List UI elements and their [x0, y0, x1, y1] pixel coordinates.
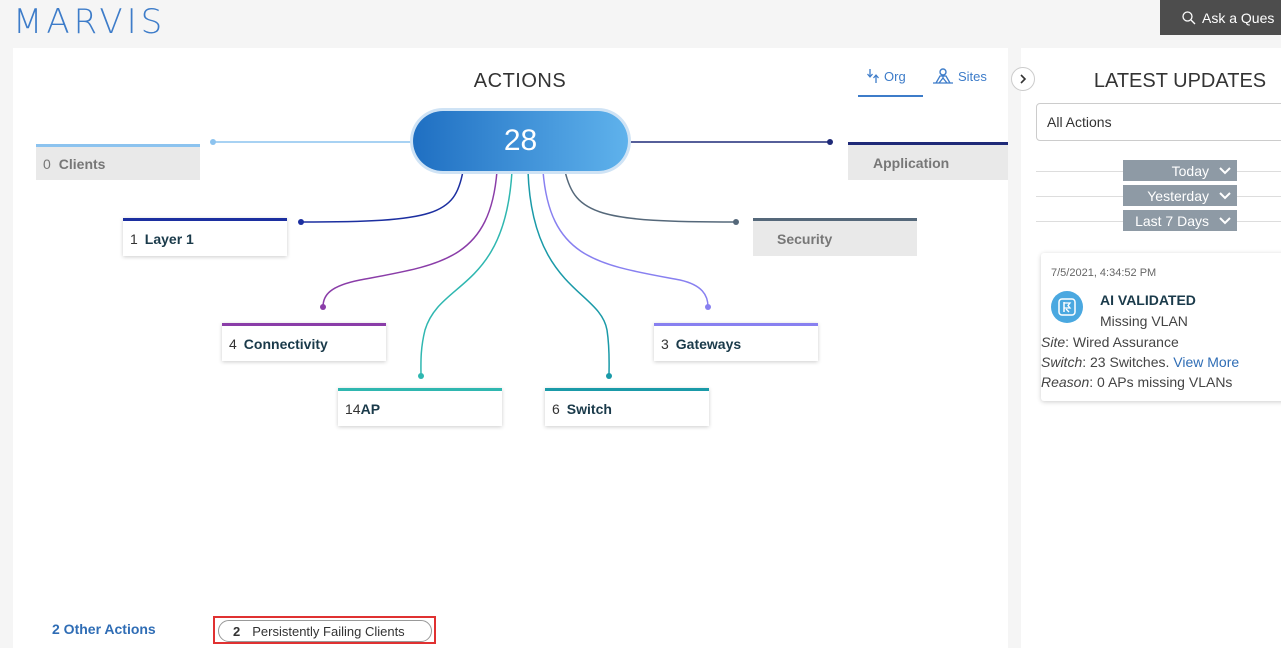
category-layer1[interactable]: 1 Layer 1 [123, 218, 287, 256]
latest-updates-title: LATEST UPDATES [1093, 70, 1267, 92]
security-label: Security [777, 230, 833, 247]
category-gateways[interactable]: 3 Gateways [654, 323, 818, 361]
connectivity-label: Connectivity [243, 335, 328, 352]
time-group-today[interactable]: Today [1123, 160, 1237, 181]
layer1-count: 1 [130, 230, 138, 247]
category-switch[interactable]: 6 Switch [545, 388, 709, 426]
total-actions-pill[interactable]: 28 [413, 111, 628, 171]
category-security[interactable]: Security [753, 218, 917, 256]
site-value: : Wired Assurance [1065, 334, 1179, 350]
site-label: Site [1041, 334, 1066, 350]
time-group-last-7-days[interactable]: Last 7 Days [1123, 210, 1237, 231]
actions-filter-select[interactable]: All Actions [1036, 103, 1281, 141]
layer1-label: Layer 1 [144, 230, 194, 247]
time-group-label: Last 7 Days [1135, 212, 1209, 229]
view-more-link[interactable]: View More [1173, 354, 1239, 370]
connectivity-count: 4 [229, 335, 237, 352]
action-connectors [210, 139, 833, 379]
switch-value: : 23 Switches. [1082, 354, 1170, 370]
time-group-label: Yesterday [1147, 187, 1209, 204]
chevron-right-icon [1020, 74, 1027, 84]
time-group-label: Today [1171, 162, 1209, 179]
gateways-count: 3 [661, 335, 669, 352]
switch-label: Switch [566, 400, 612, 417]
switch-label: Switch [1041, 354, 1083, 370]
update-switch-line: Switch: 23 Switches. View More [1041, 354, 1239, 370]
chevron-down-icon [1219, 216, 1231, 224]
ap-count: 14 [345, 400, 361, 417]
update-status: AI VALIDATED [1100, 292, 1196, 308]
clients-count: 0 [43, 155, 51, 172]
category-ap[interactable]: 14 AP [338, 388, 502, 426]
collapse-panel-button[interactable] [1011, 67, 1035, 91]
chevron-down-icon [1219, 191, 1231, 199]
clients-label: Clients [58, 155, 106, 172]
category-application[interactable]: Application [848, 142, 1008, 180]
reason-value: : 0 APs missing VLANs [1089, 374, 1233, 390]
pfc-count: 2 [233, 623, 241, 639]
switch-count: 6 [552, 400, 560, 417]
ai-validated-icon [1051, 291, 1083, 323]
ask-question-button[interactable]: Ask a Ques [1160, 0, 1281, 35]
gateways-label: Gateways [675, 335, 742, 352]
update-site-line: Site: Wired Assurance [1041, 334, 1179, 350]
reason-label: Reason [1041, 374, 1090, 390]
actions-filter-value: All Actions [1047, 114, 1112, 130]
persistently-failing-clients-chip[interactable]: 2 Persistently Failing Clients [218, 620, 432, 642]
search-icon [1182, 10, 1196, 24]
application-label: Application [873, 154, 950, 171]
update-reason-line: Reason: 0 APs missing VLANs [1041, 374, 1232, 390]
update-timestamp: 7/5/2021, 4:34:52 PM [1051, 267, 1157, 279]
category-connectivity[interactable]: 4 Connectivity [222, 323, 386, 361]
time-group-yesterday[interactable]: Yesterday [1123, 185, 1237, 206]
other-actions-link[interactable]: 2 Other Actions [52, 621, 156, 637]
pfc-label: Persistently Failing Clients [252, 623, 405, 639]
ap-label: AP [360, 400, 381, 417]
update-subtitle: Missing VLAN [1100, 313, 1188, 329]
category-clients[interactable]: 0 Clients [36, 144, 200, 180]
ask-question-label: Ask a Ques [1202, 9, 1275, 26]
chevron-down-icon [1219, 166, 1231, 174]
